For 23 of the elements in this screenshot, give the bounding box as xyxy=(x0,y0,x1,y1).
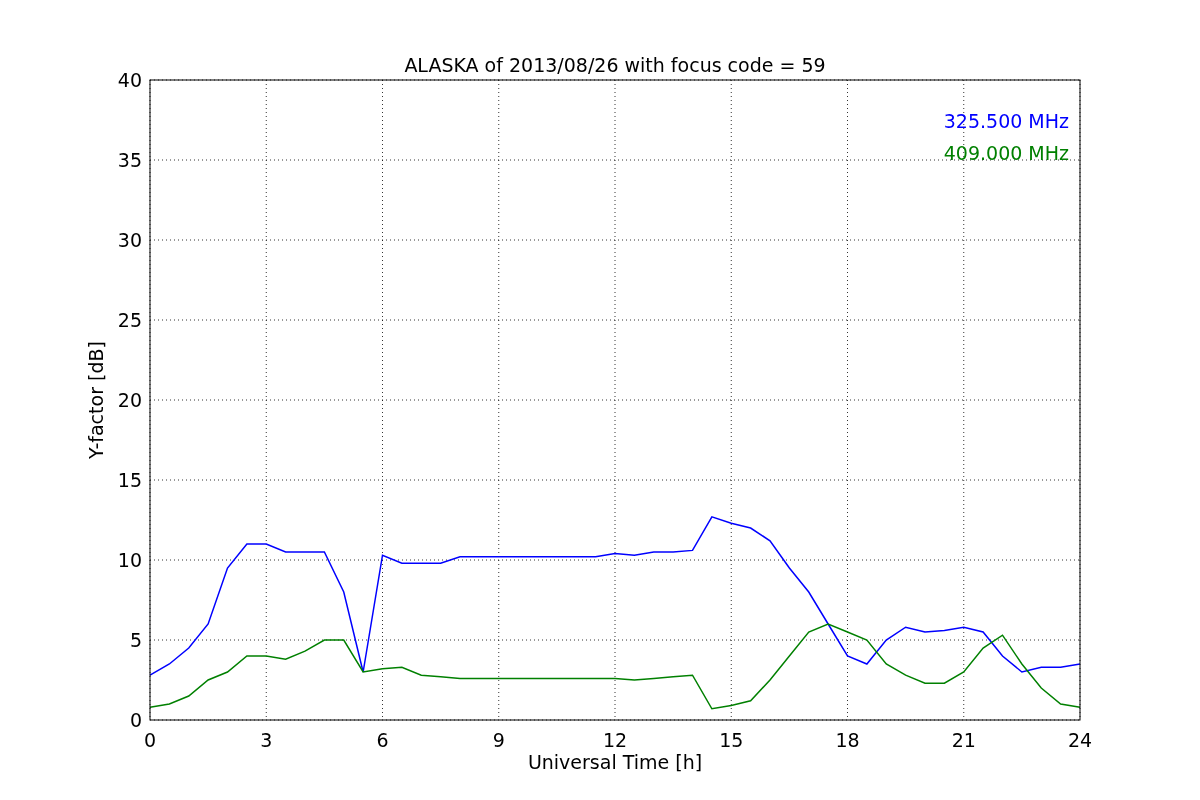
x-tick-label: 24 xyxy=(1067,729,1093,751)
x-tick-label: 3 xyxy=(260,729,273,751)
x-tick-label: 6 xyxy=(376,729,389,751)
x-tick-label: 12 xyxy=(602,729,628,751)
y-axis-label: Y-factor [dB] xyxy=(85,341,107,459)
x-tick-label: 9 xyxy=(492,729,505,751)
x-tick-label: 18 xyxy=(835,729,860,751)
legend-label: 409.000 MHz xyxy=(943,142,1069,164)
x-tick-label: 15 xyxy=(719,729,744,751)
x-axis-label: Universal Time [h] xyxy=(527,751,703,773)
legend-label: 325.500 MHz xyxy=(943,110,1069,132)
y-tick-label: 5 xyxy=(129,629,142,651)
y-tick-label: 10 xyxy=(117,549,142,571)
y-tick-label: 25 xyxy=(117,309,142,331)
chart-title: ALASKA of 2013/08/26 with focus code = 59 xyxy=(404,54,826,76)
y-tick-label: 30 xyxy=(117,229,142,251)
y-tick-label: 40 xyxy=(117,69,142,91)
x-tick-label: 21 xyxy=(951,729,976,751)
y-tick-label: 35 xyxy=(117,149,142,171)
y-tick-label: 20 xyxy=(117,389,142,411)
y-tick-label: 15 xyxy=(117,469,142,491)
y-tick-label: 0 xyxy=(129,709,142,731)
x-tick-label: 0 xyxy=(143,729,157,751)
